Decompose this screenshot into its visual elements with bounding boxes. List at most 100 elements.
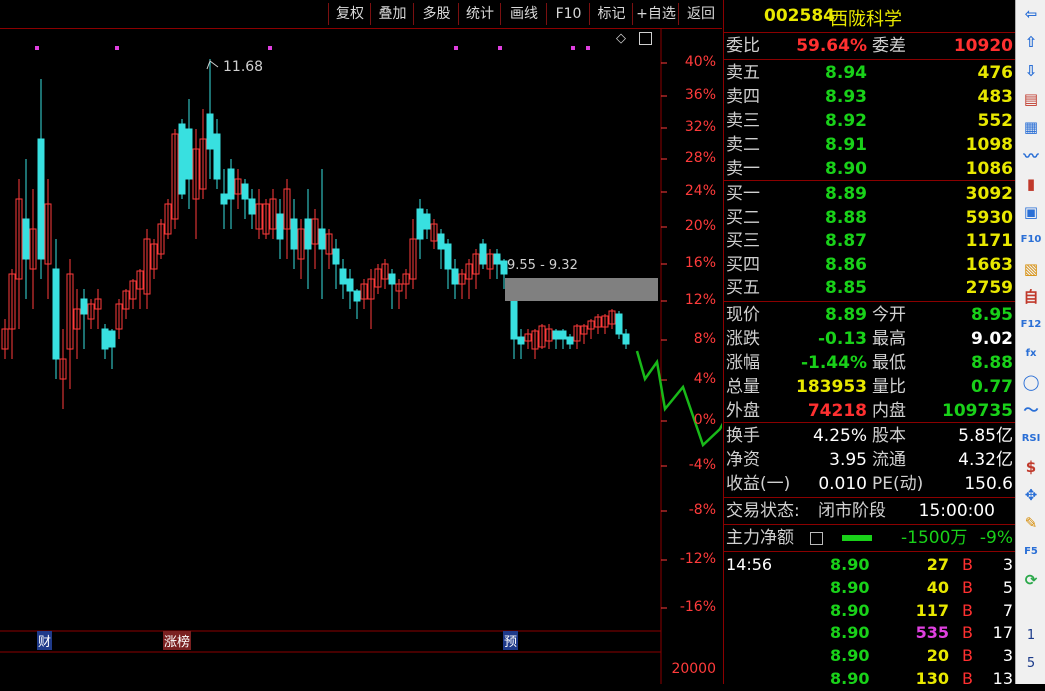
candle-icon[interactable]: ▮	[1020, 174, 1042, 194]
tick-row: 8.90 117 B 7	[724, 599, 1015, 623]
main-flow-icon[interactable]	[810, 532, 823, 545]
axis-label: 36%	[684, 87, 716, 103]
grid-icon[interactable]: ▦	[1020, 117, 1042, 137]
toolbar-button-3[interactable]: 统计	[458, 3, 501, 25]
candle-body	[185, 128, 193, 180]
period-label[interactable]: 5	[1020, 654, 1042, 674]
stat-value: 8.95	[971, 305, 1013, 325]
ask-volume: 1086	[965, 159, 1013, 179]
news-icon[interactable]: ▧	[1020, 259, 1042, 279]
stat-value: 4.32亿	[958, 450, 1013, 470]
ask-price: 8.92	[825, 111, 867, 131]
f10-icon[interactable]: F10	[1020, 230, 1042, 250]
arrow-left-icon[interactable]: ⇦	[1020, 4, 1042, 24]
tick-price: 8.90	[830, 577, 870, 597]
bid-row: 买四 8.86 1663	[724, 253, 1015, 277]
weibi-value: 59.64%	[796, 36, 867, 56]
axis-label: -16%	[679, 599, 716, 615]
axis-label: 16%	[684, 255, 716, 271]
tick-price: 8.90	[830, 669, 870, 688]
self-icon[interactable]: 自	[1020, 287, 1042, 307]
ask-price: 8.91	[825, 135, 867, 155]
candle-body	[108, 330, 116, 348]
candle-body	[80, 298, 88, 315]
layout-icon[interactable]: ▣	[1020, 202, 1042, 222]
tick-side: B	[962, 669, 973, 688]
period-label[interactable]: 1	[1020, 626, 1042, 646]
toolbar-button-6[interactable]: 标记	[589, 3, 633, 25]
line-chart-icon[interactable]: 〰	[1020, 146, 1042, 166]
candle-body	[615, 313, 623, 335]
toolbar-button-2[interactable]: 多股	[413, 3, 459, 25]
toolbar-button-4[interactable]: 画线	[500, 3, 547, 25]
stat-value: 183953	[796, 377, 867, 397]
ask-row: 卖三 8.92 552	[724, 109, 1015, 133]
refresh-icon[interactable]: ⟳	[1020, 570, 1042, 590]
toolbar-button-0[interactable]: 复权	[328, 3, 371, 25]
fx-icon[interactable]: fx	[1020, 344, 1042, 364]
stat-label: 量比	[872, 377, 906, 397]
separator	[724, 301, 1015, 302]
candle-body	[220, 193, 228, 205]
tool-icon-bar: ⇦ ⇧ ⇩ ▤ ▦ 〰 ▮ ▣ F10 ▧ 自 F12 fx ◯ 〜 RSI $ ✥ ✎ F5 ⟳ 1 5	[1015, 0, 1045, 684]
main-flow-value: -1500万	[901, 528, 968, 548]
stat-value: 0.77	[971, 377, 1013, 397]
stats2-row: 换手 4.25% 股本 5.85亿	[724, 424, 1015, 448]
status-row: 交易状态: 闭市阶段 15:00:00	[724, 499, 1015, 523]
move-icon[interactable]: ✥	[1020, 485, 1042, 505]
report-icon[interactable]: ▤	[1020, 89, 1042, 109]
stat-value: 3.95	[829, 450, 867, 470]
toolbar-button-7[interactable]: +自选	[632, 3, 679, 25]
separator	[724, 59, 1015, 60]
candle-body	[332, 248, 340, 265]
toolbar-button-1[interactable]: 叠加	[370, 3, 414, 25]
stat-value: 4.25%	[812, 426, 867, 446]
toolbar-button-8[interactable]: 返回	[678, 3, 723, 25]
quote-panel: 002584 西陇科学 委比 59.64% 委差 10920 卖五 8.94 476 卖四 8.93…	[723, 0, 1015, 688]
tick-row: 8.90 20 B 3	[724, 644, 1015, 668]
bid-label: 买五	[726, 278, 760, 298]
trend-icon[interactable]: 〜	[1020, 400, 1042, 420]
circle-icon[interactable]: ◯	[1020, 372, 1042, 392]
stats-row: 涨跌 -0.13 最高 9.02	[724, 327, 1015, 351]
stat-label: 涨跌	[726, 329, 760, 349]
tick-count: 3	[1002, 646, 1013, 666]
diamond-icon[interactable]: ◇	[616, 31, 626, 46]
ask-label: 卖一	[726, 159, 760, 179]
dollar-icon[interactable]: $	[1020, 457, 1042, 477]
candle-body	[517, 336, 525, 345]
kline-chart[interactable]: 40% 36% 32% 28% 24% 20% 16% 12% 8% 4% 0% -4% -8% -12%…	[0, 29, 722, 684]
arrow-up-icon[interactable]: ⇧	[1020, 32, 1042, 52]
ask-row: 卖四 8.93 483	[724, 85, 1015, 109]
event-badge-2[interactable]: 预	[503, 631, 519, 650]
arrow-down-icon[interactable]: ⇩	[1020, 61, 1042, 81]
pen-icon[interactable]: ✎	[1020, 513, 1042, 533]
window-toggle-icon[interactable]	[639, 32, 652, 45]
candle-body	[276, 213, 284, 240]
bid-volume: 1171	[965, 231, 1013, 251]
stats-row: 总量 183953 量比 0.77	[724, 375, 1015, 399]
rsi-icon[interactable]: RSI	[1020, 429, 1042, 449]
main-flow-label[interactable]: 主力净额	[726, 526, 794, 550]
tick-side: B	[962, 555, 973, 574]
tick-side: B	[962, 646, 973, 666]
stat-value: 5.85亿	[958, 426, 1013, 446]
bid-row: 买一 8.89 3092	[724, 182, 1015, 206]
tick-side: B	[962, 623, 973, 643]
ask-volume: 552	[977, 111, 1014, 131]
main-flow-bar	[842, 535, 872, 541]
candle-body	[22, 218, 30, 260]
candle-body	[566, 336, 574, 345]
tick-count: 3	[1002, 555, 1013, 574]
ask-row: 卖一 8.90 1086	[724, 157, 1015, 181]
kline-svg[interactable]	[0, 29, 722, 684]
event-dot	[268, 46, 272, 50]
candle-body	[423, 213, 431, 230]
f5-icon[interactable]: F5	[1020, 542, 1042, 562]
toolbar-button-5[interactable]: F10	[546, 3, 590, 25]
axis-label: -4%	[688, 457, 716, 473]
f12-icon[interactable]: F12	[1020, 315, 1042, 335]
candle-body	[416, 208, 424, 240]
event-badge-1[interactable]: 涨榜	[163, 631, 192, 650]
event-badge-0[interactable]: 财	[37, 631, 53, 650]
